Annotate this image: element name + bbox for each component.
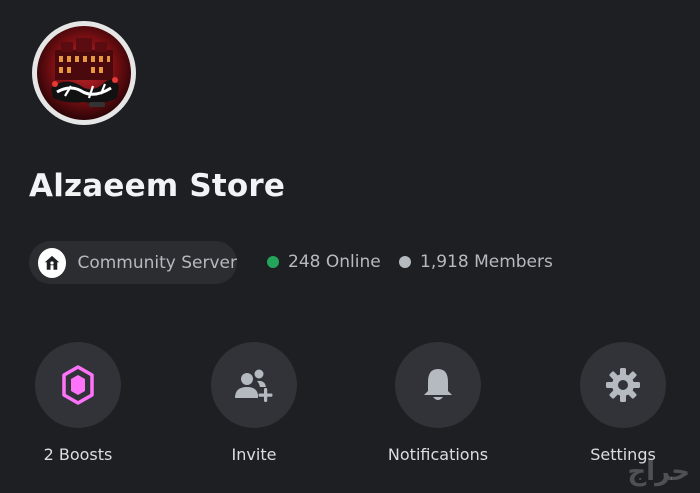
notifications-button-circle[interactable] <box>395 342 481 428</box>
boosts-button-circle[interactable] <box>35 342 121 428</box>
settings-button-circle[interactable] <box>580 342 666 428</box>
boost-gem-icon <box>62 365 94 405</box>
member-count: 1,918 Members <box>399 252 553 272</box>
home-icon <box>38 247 67 278</box>
boosts-label: 2 Boosts <box>43 445 113 464</box>
server-logo[interactable] <box>31 20 137 126</box>
boosts-button[interactable]: 2 Boosts <box>3 342 153 464</box>
add-user-icon <box>235 369 273 402</box>
online-count: 248 Online <box>267 252 381 272</box>
settings-button[interactable]: Settings <box>548 342 698 464</box>
server-name: Alzaeem Store <box>29 168 286 204</box>
invite-button-circle[interactable] <box>211 342 297 428</box>
online-status-dot <box>267 256 279 268</box>
bell-icon <box>424 369 452 400</box>
watermark-logo: حراج <box>627 457 690 487</box>
community-server-badge[interactable]: Community Server <box>29 241 237 284</box>
server-logo-image <box>32 21 136 125</box>
invite-button[interactable]: Invite <box>179 342 329 464</box>
member-count-label: 1,918 Members <box>420 252 553 272</box>
invite-label: Invite <box>231 445 277 464</box>
members-status-dot <box>399 256 411 268</box>
notifications-label: Notifications <box>387 445 489 464</box>
notifications-button[interactable]: Notifications <box>363 342 513 464</box>
server-info-panel: Alzaeem Store Community Server 248 Onlin… <box>0 0 700 493</box>
gear-icon <box>606 368 640 402</box>
community-server-label: Community Server <box>77 252 237 273</box>
online-count-label: 248 Online <box>288 252 381 272</box>
